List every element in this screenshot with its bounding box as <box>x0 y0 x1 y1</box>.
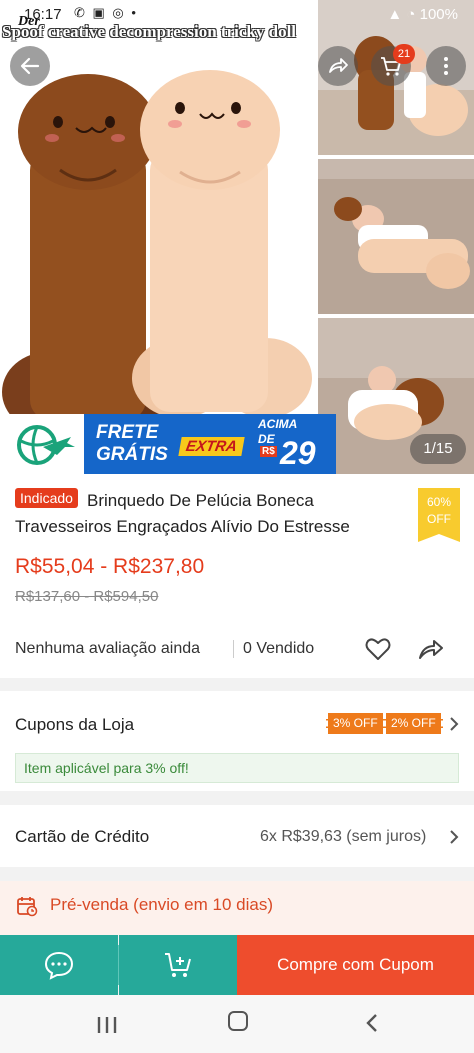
credit-label: Cartão de Crédito <box>15 827 150 846</box>
coupon-applicable-note: Item aplicável para 3% off! <box>15 753 459 783</box>
shipping-extra-tag: EXTRA <box>178 437 245 456</box>
heart-icon <box>365 638 391 660</box>
home-icon[interactable] <box>228 1011 248 1031</box>
thumbnail-2-image <box>318 159 474 314</box>
image-counter: 1/15 <box>410 434 466 464</box>
add-to-cart-button[interactable] <box>119 935 237 995</box>
share-top-button[interactable] <box>318 46 358 86</box>
system-nav-bar <box>0 995 474 1053</box>
discount-percent: 60% <box>426 495 452 509</box>
credit-card-row[interactable]: Cartão de Crédito 6x R$39,63 (sem juros) <box>0 805 474 867</box>
coupons-label: Cupons da Loja <box>15 715 135 734</box>
thumbnail-2[interactable] <box>318 159 474 314</box>
recent-apps-icon[interactable] <box>96 1015 118 1035</box>
product-page: 16:17 ✆ ▣ ◎ • ▲ ◔ 100% Der Spoof creativ… <box>0 0 474 1053</box>
buy-with-coupon-button[interactable]: Compre com Cupom <box>237 935 474 995</box>
free-shipping-banner: FRETE GRÁTIS EXTRA ACIMA DE R$ 29 <box>0 414 336 474</box>
chat-button[interactable] <box>0 935 118 995</box>
chat-icon <box>44 951 74 980</box>
shipping-currency: R$ <box>260 446 277 457</box>
back-button[interactable] <box>10 46 50 86</box>
original-price: R$137,60 - R$594,50 <box>15 588 159 605</box>
coupon-tag[interactable]: 2% OFF <box>384 713 443 734</box>
coupon-tag[interactable]: 3% OFF <box>326 713 385 734</box>
discount-badge: 60% OFF <box>418 488 460 542</box>
notification-icons: ✆ ▣ ◎ • <box>74 5 138 20</box>
discount-label: OFF <box>427 512 451 526</box>
chevron-right-icon <box>450 717 459 731</box>
sold-count: 0 Vendido <box>243 640 315 657</box>
rating-text[interactable]: Nenhuma avaliação ainda <box>15 640 200 658</box>
action-bar: Compre com Cupom <box>0 935 474 995</box>
recommended-badge: Indicado <box>15 488 78 508</box>
more-vertical-icon <box>444 57 448 75</box>
shipping-line2: GRÁTIS <box>96 444 168 465</box>
chevron-right-icon <box>450 830 459 844</box>
more-options-button[interactable] <box>426 46 466 86</box>
presale-text: Pré-venda (envio em 10 dias) <box>50 895 274 914</box>
signal-icon: ▲ ◔ <box>387 6 420 23</box>
shipping-acima: ACIMA <box>258 417 298 431</box>
image-overlay-title: Spoof creative decompression tricky doll <box>2 22 297 41</box>
battery-level: ▲ ◔ 100% <box>387 6 458 23</box>
divider <box>233 640 234 658</box>
store-coupons-section[interactable]: Cupons da Loja 3% OFF 2% OFF Item aplicá… <box>0 691 474 791</box>
arrow-left-icon <box>20 57 40 75</box>
shipping-threshold: 29 <box>280 435 316 471</box>
favorite-button[interactable] <box>363 634 393 664</box>
globe-plane-icon <box>17 425 75 465</box>
nav-back-icon[interactable] <box>364 1013 380 1033</box>
shipping-logo <box>0 414 84 474</box>
share-button[interactable] <box>416 634 446 664</box>
product-info: Brinquedo De Pelúcia Boneca Travesseiros… <box>0 474 474 678</box>
installments-value: 6x R$39,63 (sem juros) <box>260 828 427 845</box>
shipping-de: DE <box>258 432 275 446</box>
share-arrow-icon <box>329 58 348 73</box>
add-cart-icon <box>165 953 191 977</box>
presale-notice: Pré-venda (envio em 10 dias) <box>0 881 474 935</box>
price-range: R$55,04 - R$237,80 <box>15 555 205 578</box>
product-gallery[interactable]: 16:17 ✆ ▣ ◎ • ▲ ◔ 100% Der Spoof creativ… <box>0 0 474 474</box>
share-arrow-icon <box>419 640 443 659</box>
calendar-clock-icon <box>17 897 38 917</box>
cart-count-badge: 21 <box>393 44 415 64</box>
shipping-line1: FRETE <box>96 422 159 443</box>
